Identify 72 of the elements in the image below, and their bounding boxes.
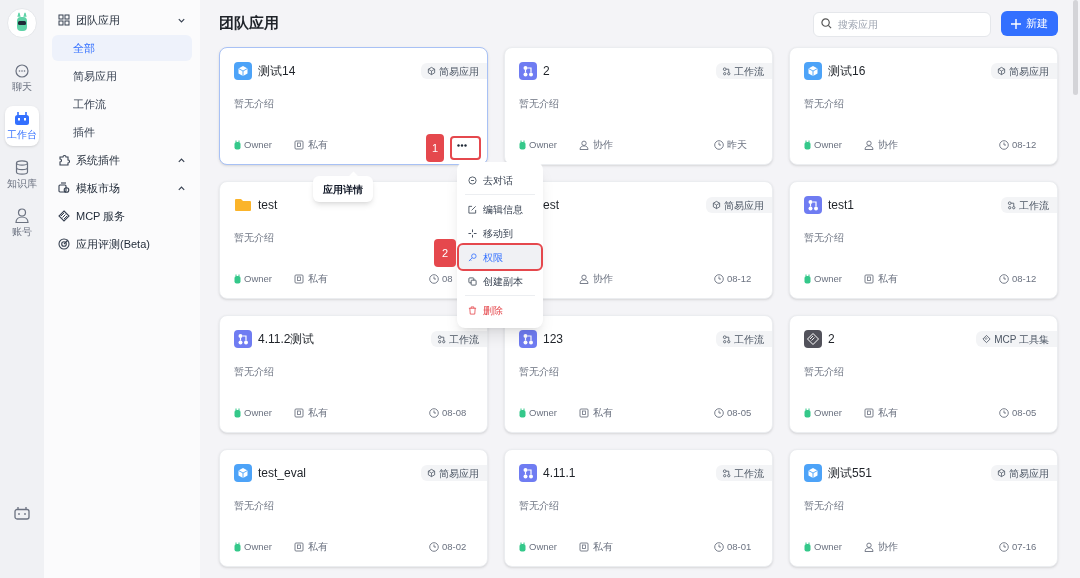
app-description: 暂无介绍	[519, 366, 559, 377]
app-description: 暂无介绍	[234, 500, 274, 511]
app-type-tag: 简易应用	[706, 197, 772, 213]
app-type-tag: MCP 工具集	[976, 331, 1057, 347]
access-label: 协作	[878, 137, 898, 152]
app-type-tag: 工作流	[716, 331, 772, 347]
access-label: 协作	[593, 137, 613, 152]
step-marker: 1	[426, 134, 444, 162]
date-label: 08-08	[442, 405, 467, 420]
app-title: test1	[828, 197, 854, 214]
app-type-tag: 工作流	[431, 331, 487, 347]
owner-label: Owner	[814, 137, 842, 152]
app-description: 暂无介绍	[519, 500, 559, 511]
access-label: 私有	[308, 539, 328, 554]
app-title: test_eval	[258, 465, 307, 482]
owner-label: Owner	[244, 271, 272, 286]
app-type-tag: 简易应用	[991, 63, 1057, 79]
access-label: 协作	[593, 271, 613, 286]
app-type-tag: 工作流	[716, 63, 772, 79]
owner-label: Owner	[814, 271, 842, 286]
page-title: 团队应用	[219, 13, 279, 34]
access-label: 私有	[308, 137, 328, 152]
app-description: 暂无介绍	[234, 366, 274, 377]
app-title: 测试14	[258, 63, 296, 80]
date-label: 08-01	[727, 539, 752, 554]
app-type-tag: 工作流	[716, 465, 772, 481]
date-label: 08-05	[1012, 405, 1037, 420]
app-title: 测试16	[828, 63, 866, 80]
date-label: 昨天	[727, 137, 747, 152]
app-title: test	[258, 197, 278, 214]
owner-label: Owner	[529, 539, 557, 554]
tooltip: 应用详情	[313, 171, 373, 202]
app-title: 123	[543, 331, 564, 348]
date-label: 08-12	[1012, 271, 1037, 286]
date-label: 08-12	[1012, 137, 1037, 152]
access-label: 私有	[593, 539, 613, 554]
access-label: 私有	[593, 405, 613, 420]
owner-label: Owner	[814, 539, 842, 554]
app-description: 暂无介绍	[804, 366, 844, 377]
app-title: 4.11.1	[543, 465, 576, 482]
app-description: 暂无介绍	[804, 98, 844, 109]
owner-label: Owner	[244, 539, 272, 554]
access-label: 私有	[878, 271, 898, 286]
app-type-tag: 工作流	[1001, 197, 1057, 213]
access-label: 私有	[878, 405, 898, 420]
step-marker: 2	[434, 239, 456, 267]
app-type-tag: 简易应用	[421, 63, 487, 79]
app-title: 2	[828, 331, 835, 348]
access-label: 协作	[878, 539, 898, 554]
owner-label: Owner	[244, 405, 272, 420]
access-label: 私有	[308, 271, 328, 286]
app-description: 暂无介绍	[234, 98, 274, 109]
owner-label: Owner	[814, 405, 842, 420]
access-label: 私有	[308, 405, 328, 420]
app-description: 暂无介绍	[519, 98, 559, 109]
owner-label: Owner	[529, 137, 557, 152]
app-title: est	[543, 197, 559, 214]
app-description: 暂无介绍	[234, 232, 274, 243]
app-title: 测试551	[828, 465, 873, 482]
owner-label: Owner	[529, 405, 557, 420]
date-label: 08	[442, 271, 453, 286]
date-label: 08-05	[727, 405, 752, 420]
owner-label: Owner	[244, 137, 272, 152]
app-description: 暂无介绍	[804, 232, 844, 243]
app-title: 2	[543, 63, 550, 80]
app-type-tag: 简易应用	[991, 465, 1057, 481]
app-title: 4.11.2测试	[258, 331, 315, 348]
date-label: 07-16	[1012, 539, 1037, 554]
app-type-tag: 简易应用	[421, 465, 487, 481]
app-description: 暂无介绍	[804, 500, 844, 511]
date-label: 08-12	[727, 271, 752, 286]
date-label: 08-02	[442, 539, 467, 554]
